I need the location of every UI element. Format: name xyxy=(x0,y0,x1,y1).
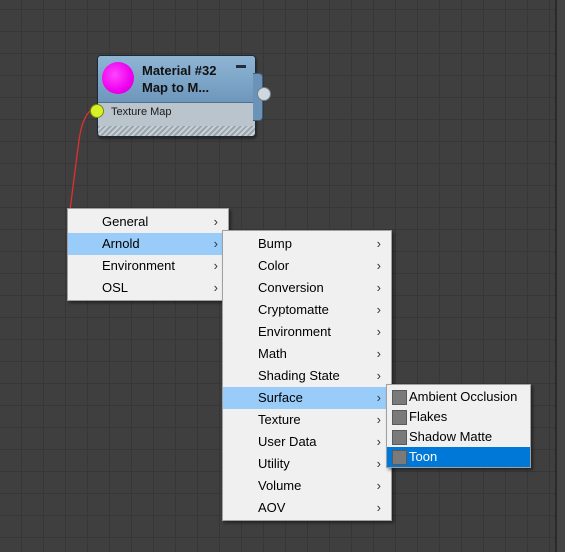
chevron-right-icon: › xyxy=(376,280,381,295)
node-header[interactable]: Material #32 Map to M... xyxy=(98,56,255,103)
menu-item-toon[interactable]: Toon xyxy=(387,447,530,467)
node-resize-grip[interactable] xyxy=(98,126,255,136)
chevron-right-icon: › xyxy=(376,368,381,383)
context-menu-surface: Ambient Occlusion Flakes Shadow Matte To… xyxy=(386,384,531,468)
context-menu-categories: General › Arnold › Environment › OSL › xyxy=(67,208,229,301)
swatch-icon xyxy=(392,450,407,465)
menu-item-label: Toon xyxy=(409,449,438,464)
material-preview-swatch xyxy=(102,62,134,94)
menu-item-label: Flakes xyxy=(409,409,448,424)
chevron-right-icon: › xyxy=(376,434,381,449)
menu-item-label: Bump xyxy=(258,236,292,251)
menu-item-utility[interactable]: Utility › xyxy=(223,453,391,475)
menu-item-label: Texture xyxy=(258,412,301,427)
node-title-line1: Material #32 xyxy=(142,63,217,78)
chevron-right-icon: › xyxy=(376,478,381,493)
menu-item-conversion[interactable]: Conversion › xyxy=(223,277,391,299)
chevron-right-icon: › xyxy=(376,302,381,317)
menu-item-general[interactable]: General › xyxy=(68,211,228,233)
menu-item-label: General xyxy=(102,214,149,229)
menu-item-cryptomatte[interactable]: Cryptomatte › xyxy=(223,299,391,321)
menu-item-label: Surface xyxy=(258,390,303,405)
chevron-right-icon: › xyxy=(376,456,381,471)
chevron-right-icon: › xyxy=(213,280,218,295)
menu-item-label: OSL xyxy=(102,280,129,295)
chevron-right-icon: › xyxy=(376,500,381,515)
menu-item-flakes[interactable]: Flakes xyxy=(387,407,530,427)
chevron-right-icon: › xyxy=(376,346,381,361)
swatch-icon xyxy=(392,430,407,445)
menu-item-texture[interactable]: Texture › xyxy=(223,409,391,431)
menu-item-arnold[interactable]: Arnold › xyxy=(68,233,228,255)
menu-item-label: Math xyxy=(258,346,287,361)
menu-item-math[interactable]: Math › xyxy=(223,343,391,365)
chevron-right-icon: › xyxy=(376,236,381,251)
menu-item-volume[interactable]: Volume › xyxy=(223,475,391,497)
output-socket[interactable] xyxy=(257,87,271,101)
swatch-icon xyxy=(392,410,407,425)
menu-item-label: Cryptomatte xyxy=(258,302,329,317)
menu-item-label: Shadow Matte xyxy=(409,429,493,444)
menu-item-label: Arnold xyxy=(102,236,140,251)
node-title-line2: Map to M... xyxy=(142,80,210,95)
menu-item-bump[interactable]: Bump › xyxy=(223,233,391,255)
menu-item-label: Environment xyxy=(258,324,331,339)
chevron-right-icon: › xyxy=(376,324,381,339)
texture-map-slot-label: Texture Map xyxy=(111,106,172,118)
menu-item-shading-state[interactable]: Shading State › xyxy=(223,365,391,387)
menu-item-environment[interactable]: Environment › xyxy=(223,321,391,343)
material-node[interactable]: Material #32 Map to M... Texture Map xyxy=(97,55,256,137)
menu-item-label: Environment xyxy=(102,258,175,273)
swatch-icon xyxy=(392,390,407,405)
chevron-right-icon: › xyxy=(213,214,218,229)
menu-item-osl[interactable]: OSL › xyxy=(68,277,228,299)
menu-item-label: Volume xyxy=(258,478,302,493)
menu-item-aov[interactable]: AOV › xyxy=(223,497,391,519)
minimize-icon[interactable] xyxy=(236,65,246,68)
menu-item-shadow-matte[interactable]: Shadow Matte xyxy=(387,427,530,447)
menu-item-label: Utility xyxy=(258,456,290,471)
menu-item-color[interactable]: Color › xyxy=(223,255,391,277)
menu-item-label: AOV xyxy=(258,500,286,515)
menu-item-label: Ambient Occlusion xyxy=(409,389,518,404)
menu-item-label: Conversion xyxy=(258,280,324,295)
menu-item-ambient-occlusion[interactable]: Ambient Occlusion xyxy=(387,387,530,407)
chevron-right-icon: › xyxy=(376,258,381,273)
chevron-right-icon: › xyxy=(213,258,218,273)
texture-map-input-socket[interactable] xyxy=(90,104,104,118)
menu-item-label: Color xyxy=(258,258,290,273)
menu-item-surface[interactable]: Surface › xyxy=(223,387,391,409)
context-menu-arnold: Bump › Color › Conversion › Cryptomatte › En… xyxy=(222,230,392,521)
chevron-right-icon: › xyxy=(376,412,381,427)
chevron-right-icon: › xyxy=(213,236,218,251)
chevron-right-icon: › xyxy=(376,390,381,405)
menu-item-label: User Data xyxy=(258,434,317,449)
menu-item-user-data[interactable]: User Data › xyxy=(223,431,391,453)
menu-item-environment[interactable]: Environment › xyxy=(68,255,228,277)
node-title: Material #32 Map to M... xyxy=(142,62,216,96)
menu-item-label: Shading State xyxy=(258,368,340,383)
